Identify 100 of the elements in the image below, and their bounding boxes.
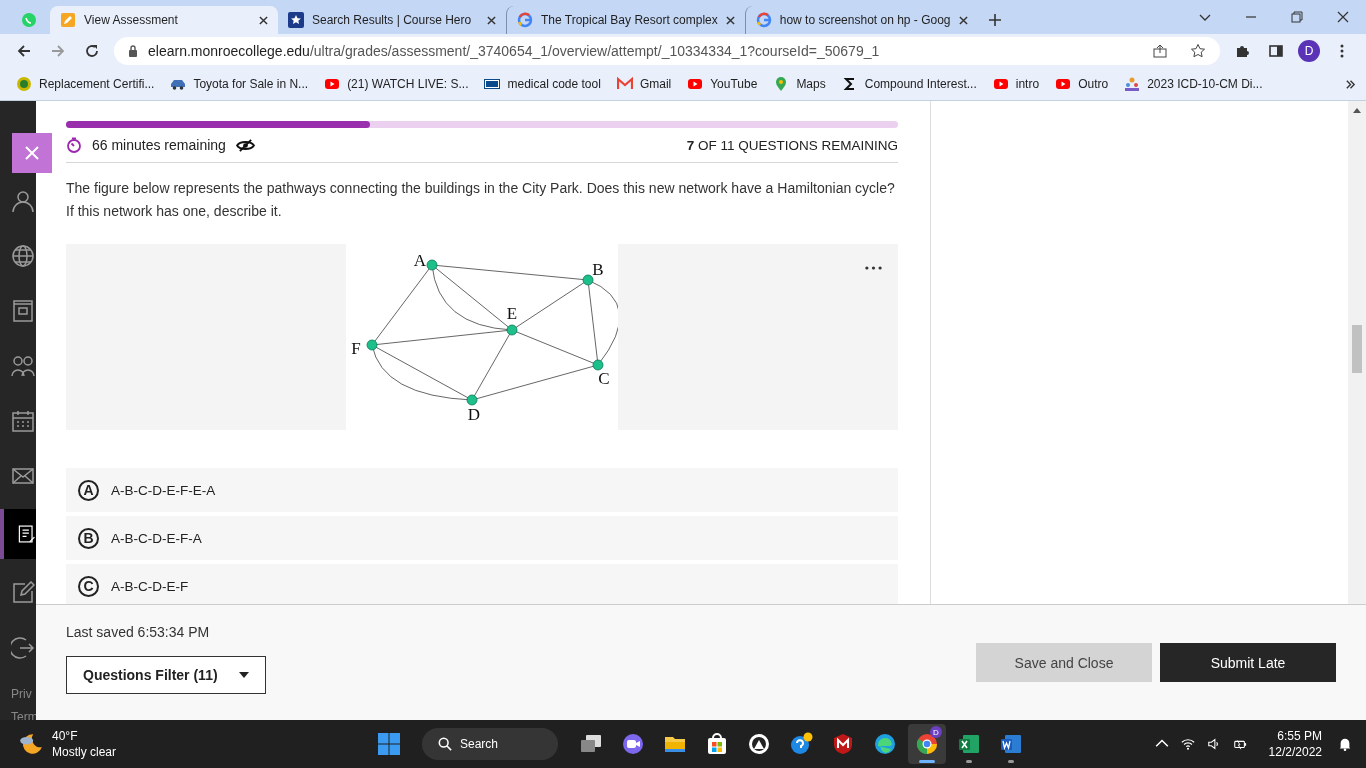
close-icon[interactable] (1336, 10, 1350, 24)
puzzle-icon[interactable] (1234, 43, 1250, 59)
bookmark[interactable]: Gmail (610, 76, 678, 92)
questions-filter-dropdown[interactable]: Questions Filter (11) (66, 656, 266, 694)
url-text: elearn.monroecollege.edu/ultra/grades/assessment/_3740654_1/overview/attempt/_10334334_1?courseId=_50679_1 (148, 43, 880, 59)
vertex-label: B (592, 260, 604, 279)
agency-logo-icon (484, 76, 501, 92)
speaker-icon[interactable] (1206, 737, 1221, 751)
bookmark[interactable]: Toyota for Sale in N... (164, 76, 315, 92)
back-icon[interactable] (16, 43, 32, 59)
lock-icon (128, 45, 138, 57)
sidebar-item[interactable] (0, 509, 36, 559)
play-icon (992, 76, 1009, 92)
weather-widget[interactable]: 40°F Mostly clear (0, 728, 218, 760)
more-options-icon[interactable] (865, 266, 882, 270)
graph-node (366, 339, 378, 351)
bookmark-label: Outro (1078, 77, 1109, 91)
footer-link[interactable]: Priv (11, 683, 36, 706)
globe-icon (11, 243, 35, 268)
bookmark[interactable]: Replacement Certifi... (10, 76, 161, 92)
bookmark-label: medical code tool (507, 77, 601, 91)
weather-condition: Mostly clear (52, 744, 116, 760)
temperature: 40°F (52, 728, 79, 744)
graph-node (426, 259, 438, 271)
browser-tab[interactable]: View Assessment (50, 6, 278, 34)
scroll-up-icon[interactable] (1353, 107, 1361, 113)
submit-button[interactable]: Submit Late (1160, 643, 1336, 682)
vertex-label: C (598, 369, 610, 388)
bookmark-label: intro (1015, 77, 1040, 91)
windows-start-icon (377, 732, 401, 756)
battery-icon[interactable] (1232, 737, 1247, 751)
notification-bell-icon[interactable] (1338, 737, 1352, 751)
time-text: 6:55 PM (1277, 728, 1322, 744)
document-icon (999, 732, 1023, 756)
bookmark[interactable]: (21) WATCH LIVE: S... (318, 76, 475, 92)
save-button[interactable]: Save and Close (976, 643, 1152, 682)
people-icon (11, 353, 35, 378)
play-icon (324, 76, 341, 92)
answer-option[interactable]: A A-B-C-D-E-F-E-A (66, 468, 898, 512)
timer-icon (66, 137, 82, 153)
close-icon[interactable] (958, 15, 968, 25)
graph-node (506, 324, 518, 336)
profile-badge: D (930, 726, 942, 738)
search-field[interactable]: Search (422, 728, 558, 760)
bookmark[interactable]: Maps (767, 76, 832, 92)
option-letter: C (78, 575, 99, 597)
bookmark-label: Gmail (639, 77, 672, 91)
address-bar[interactable]: elearn.monroecollege.edu/ultra/grades/assessment/_3740654_1/overview/attempt/_10334334_1?courseId=_50679_1 (114, 37, 1220, 65)
close-icon[interactable] (487, 15, 496, 25)
answer-option[interactable]: B A-B-C-D-E-F-A (66, 516, 898, 560)
bookmark[interactable]: 2023 ICD-10-CM Di... (1118, 76, 1269, 92)
bookmark-label: Replacement Certifi... (39, 77, 155, 91)
answer-option[interactable]: C A-B-C-D-E-F (66, 564, 898, 604)
browser-tab[interactable]: Search Results | Course Hero (278, 6, 506, 34)
bookmark-label: Maps (796, 77, 826, 91)
close-icon[interactable] (725, 15, 735, 25)
scroll-thumb[interactable] (1352, 325, 1362, 373)
clock[interactable]: 6:55 PM 12/2/2022 (1268, 728, 1322, 760)
building-icon (11, 298, 35, 323)
bookmark[interactable]: Outro (1049, 76, 1115, 92)
help-icon (789, 732, 813, 756)
profile-avatar[interactable]: D (1298, 40, 1320, 62)
bookmark[interactable]: Compound Interest... (835, 76, 983, 92)
tab-title: View Assessment (84, 13, 179, 27)
tab-title: how to screenshot on hp - Goog (779, 13, 951, 27)
chat-bubble-icon (21, 12, 37, 28)
shield-icon (831, 732, 855, 756)
reload-icon[interactable] (84, 43, 100, 59)
restore-icon[interactable] (1290, 10, 1304, 24)
bookmark[interactable]: medical code tool (478, 76, 607, 92)
google-icon (517, 12, 533, 28)
people-icon (1124, 76, 1141, 92)
wifi-icon[interactable] (1180, 737, 1195, 751)
side-panel-icon[interactable] (1268, 43, 1284, 59)
option-text: A-B-C-D-E-F (111, 578, 189, 594)
bookmark-label: 2023 ICD-10-CM Di... (1147, 77, 1263, 91)
bookmark-star-icon[interactable] (1190, 43, 1206, 59)
option-letter: A (78, 479, 99, 501)
user-icon (11, 188, 35, 213)
graph-node (466, 394, 478, 406)
new-tab-icon[interactable] (987, 13, 1002, 27)
chevron-double-right-icon[interactable] (1345, 78, 1356, 90)
time-remaining: 66 minutes remaining (92, 137, 226, 153)
share-icon[interactable] (1152, 43, 1168, 59)
close-icon[interactable] (259, 15, 268, 25)
close-button[interactable] (12, 133, 52, 173)
question-text: The figure below represents the pathways connecting the buildings in the City Park. Does this new network have a Hamiltonian cycle? If this network has one, describe it. (66, 179, 896, 221)
chrome-icon (915, 732, 939, 756)
bookmark[interactable]: YouTube (681, 76, 764, 92)
taskbar-app[interactable]: D (908, 724, 946, 764)
google-icon (755, 12, 772, 28)
option-text: A-B-C-D-E-F-A (111, 530, 202, 546)
play-icon (1055, 76, 1072, 92)
bookmark[interactable]: intro (986, 76, 1046, 92)
eye-slash-icon[interactable] (235, 137, 255, 153)
last-saved-text: Last saved 6:53:34 PM (66, 624, 211, 640)
scrollbar[interactable] (1348, 101, 1366, 604)
badge-icon (16, 76, 32, 92)
search-icon (438, 737, 452, 751)
close-icon (25, 146, 39, 160)
